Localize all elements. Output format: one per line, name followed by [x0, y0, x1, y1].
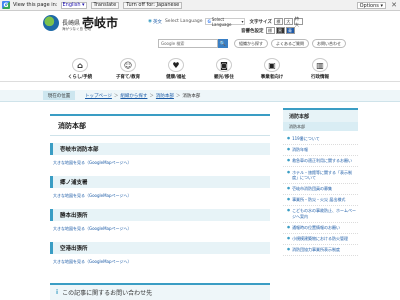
- bullet-icon: ●: [287, 147, 291, 152]
- logo-prefecture: 長崎県: [62, 20, 81, 27]
- nav-item-tourism[interactable]: ◙ 観光/移住: [201, 52, 247, 82]
- breadcrumb-link-fire[interactable]: 消防本部: [156, 93, 174, 99]
- close-icon[interactable]: ✕: [391, 1, 397, 9]
- color-blue-button[interactable]: 青: [285, 27, 295, 34]
- section-heading: 空港出張所: [50, 242, 270, 254]
- color-setting-row: 音響色設定 標 黒 青: [241, 27, 296, 34]
- bullet-icon: ●: [287, 136, 291, 141]
- contact-button[interactable]: お問い合わせ: [312, 39, 346, 48]
- sidebar-item[interactable]: ● 壱岐市消防団員の募集: [283, 184, 358, 195]
- briefcase-icon: ▣: [264, 58, 280, 72]
- nav-item-health[interactable]: ♥ 健康/福祉: [153, 52, 199, 82]
- home-icon: ⌂: [72, 58, 88, 72]
- sidebar-item[interactable]: ● 救急車の適正利用に関するお願い: [283, 156, 358, 168]
- font-size-label: 文字サイズ: [249, 19, 272, 25]
- inquiry-heading: i この記事に関するお問い合わせ先: [50, 283, 270, 300]
- color-black-button[interactable]: 黒: [275, 27, 285, 34]
- sidebar-item[interactable]: ● 事業所・防災・火災 届出様式: [283, 195, 358, 207]
- nav-item-living[interactable]: ⌂ くらし/手続: [57, 52, 103, 82]
- translate-language-select[interactable]: English ▾: [60, 1, 87, 9]
- map-link[interactable]: 大きな地図を見る（GoogleMapページへ）: [50, 188, 270, 202]
- nav-item-business[interactable]: ▣ 事業者向け: [249, 52, 295, 82]
- sidebar-item[interactable]: ● 小規模建築物における防火管理: [283, 234, 358, 245]
- bullet-icon: ●: [287, 236, 291, 241]
- heart-icon: ♥: [168, 58, 184, 72]
- sidebar-item[interactable]: ● 消防年報: [283, 145, 358, 157]
- globe-icon: ◉: [148, 19, 152, 24]
- language-link[interactable]: Select Language: [165, 19, 203, 24]
- page-title: 消防本部: [50, 114, 270, 136]
- google-translate-icon: G: [2, 1, 10, 9]
- bullet-icon: ●: [287, 224, 291, 229]
- breadcrumb-link-top[interactable]: トップページ: [85, 93, 112, 99]
- search-row: Google 検索 🔍 組織から探す よくあるご質問 お問い合わせ: [158, 39, 349, 48]
- search-button[interactable]: 🔍: [218, 39, 228, 48]
- main-content: 消防本部 壱岐市消防本部 大きな地図を見る（GoogleMapページへ） 郷ノ浦…: [50, 108, 270, 268]
- section-airport: 空港出張所 大きな地図を見る（GoogleMapページへ）: [50, 242, 270, 268]
- inquiry-heading-text: この記事に関するお問い合わせ先: [62, 290, 153, 297]
- breadcrumb-here-label: 現在の位置: [43, 91, 75, 100]
- color-standard-button[interactable]: 標: [265, 27, 275, 34]
- translate-view-text: View this page in:: [13, 2, 58, 8]
- bullet-icon: ●: [287, 186, 291, 191]
- section-gonoura: 郷ノ浦支署 大きな地図を見る（GoogleMapページへ）: [50, 176, 270, 202]
- section-heading: 勝本出張所: [50, 209, 270, 221]
- bullet-icon: ●: [287, 247, 291, 252]
- section-fire-hq: 壱岐市消防本部 大きな地図を見る（GoogleMapページへ）: [50, 143, 270, 169]
- chevron-down-icon: ▾: [81, 2, 85, 8]
- sidebar-item[interactable]: ● 通報時の位置情報のお願い: [283, 223, 358, 234]
- child-icon: ☺: [120, 58, 136, 72]
- section-heading: 郷ノ浦支署: [50, 176, 270, 188]
- global-nav: ⌂ くらし/手続 ☺ 子育て/教育 ♥ 健康/福祉 ◙ 観光/移住 ▣ 事業者向…: [0, 52, 400, 82]
- nav-item-childcare[interactable]: ☺ 子育て/教育: [105, 52, 151, 82]
- section-heading: 壱岐市消防本部: [50, 143, 270, 155]
- org-search-button[interactable]: 組織から探す: [234, 39, 268, 48]
- search-input[interactable]: Google 検索: [158, 39, 218, 48]
- bullet-icon: ●: [287, 208, 291, 213]
- font-size-standard-button[interactable]: 標: [273, 18, 283, 25]
- sidebar-item[interactable]: ● こどもの水の事故防止、ホームページへ案内: [283, 206, 358, 223]
- bullet-icon: ●: [287, 169, 291, 174]
- camera-icon: ◙: [216, 58, 232, 72]
- font-size-large-button[interactable]: 大: [283, 18, 293, 25]
- map-link[interactable]: 大きな地図を見る（GoogleMapページへ）: [50, 254, 270, 268]
- english-link[interactable]: 英文: [153, 19, 162, 25]
- faq-button[interactable]: よくあるご質問: [271, 39, 309, 48]
- sidebar-list: ● 119番について ● 消防年報 ● 救急車の適正利用に関するお願い ● ホテル・旅館…: [283, 131, 358, 256]
- language-select[interactable]: G Select Language ▾: [205, 17, 246, 27]
- bullet-icon: ●: [287, 197, 291, 202]
- logo-tagline: 海がつなぐ島 壱岐: [62, 27, 92, 31]
- translate-button[interactable]: Translate: [90, 1, 120, 9]
- google-icon: G: [207, 19, 211, 24]
- sidebar-subheading[interactable]: 消防本部: [283, 122, 358, 131]
- font-size-xlarge-button[interactable]: 特大: [293, 16, 303, 27]
- sidebar-item[interactable]: ● 119番について: [283, 134, 358, 146]
- city-emblem-icon: [43, 14, 59, 31]
- breadcrumb-link-org[interactable]: 組織から探す: [120, 93, 147, 99]
- map-link[interactable]: 大きな地図を見る（GoogleMapページへ）: [50, 221, 270, 235]
- options-button[interactable]: Options ▾: [356, 2, 386, 9]
- sidebar-item[interactable]: ● ホテル・旅館等に関する「表示制度」について: [283, 167, 358, 184]
- sidebar-heading: 消防本部: [283, 108, 358, 122]
- turn-off-button[interactable]: Turn off for: Japanese: [123, 1, 183, 9]
- breadcrumb-current: 消防本部: [182, 94, 201, 99]
- header-utility-row: ◉ 英文 Select Language G Select Language ▾…: [148, 16, 304, 27]
- nav-item-admin[interactable]: ▥ 行政情報: [297, 52, 343, 82]
- section-katsumoto: 勝本出張所 大きな地図を見る（GoogleMapページへ）: [50, 209, 270, 235]
- translate-bar: G View this page in: English ▾ Translate …: [0, 0, 400, 11]
- breadcrumb: 現在の位置 トップページ＞ 組織から探す＞ 消防本部＞ 消防本部: [0, 90, 400, 102]
- color-setting-label: 音響色設定: [241, 28, 264, 34]
- bullet-icon: ●: [287, 158, 291, 163]
- sidebar: 消防本部 消防本部 ● 119番について ● 消防年報 ● 救急車の適正利用に関するお…: [283, 108, 358, 256]
- building-icon: ▥: [312, 58, 328, 72]
- map-link[interactable]: 大きな地図を見る（GoogleMapページへ）: [50, 155, 270, 169]
- sidebar-item[interactable]: ● 消防団協力事業所表示制度: [283, 245, 358, 256]
- info-icon: i: [56, 289, 59, 296]
- chevron-down-icon: ▾: [241, 19, 244, 24]
